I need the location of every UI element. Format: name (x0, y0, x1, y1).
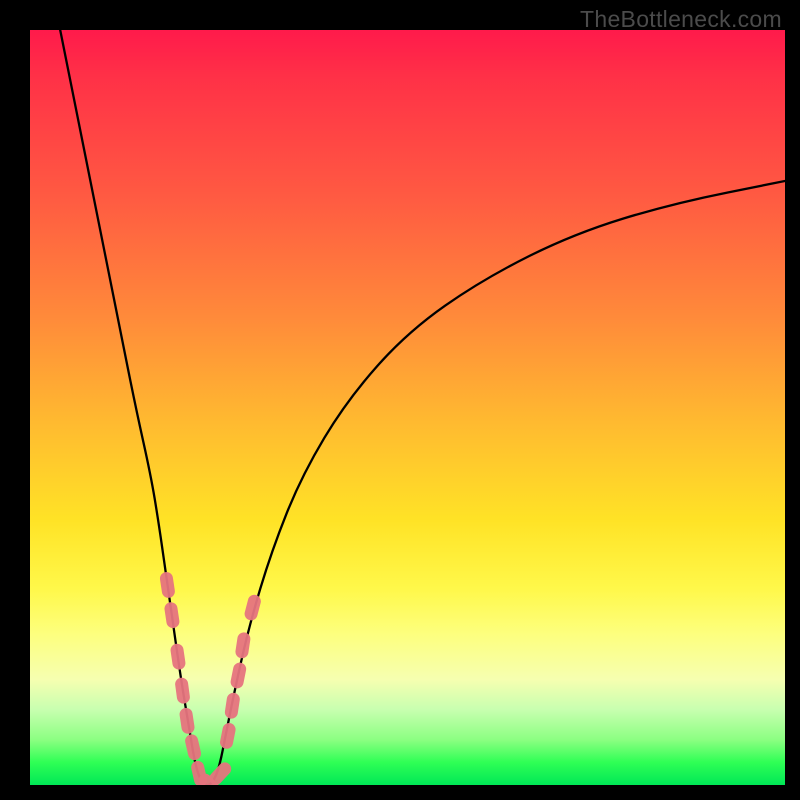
marker-point (164, 601, 181, 629)
marker-point (224, 692, 241, 720)
chart-svg (30, 30, 785, 785)
marker-point (235, 632, 252, 660)
marker-point (170, 643, 187, 671)
marker-point (243, 593, 262, 621)
marker-point (229, 661, 247, 689)
marker-point (174, 677, 190, 704)
marker-point (219, 722, 237, 750)
marker-point (179, 707, 196, 735)
highlight-markers (159, 571, 262, 785)
watermark-label: TheBottleneck.com (580, 6, 782, 33)
chart-stage: TheBottleneck.com (0, 0, 800, 800)
marker-point (184, 733, 202, 761)
bottleneck-curve (60, 30, 785, 785)
marker-point (159, 571, 176, 599)
plot-area (30, 30, 785, 785)
